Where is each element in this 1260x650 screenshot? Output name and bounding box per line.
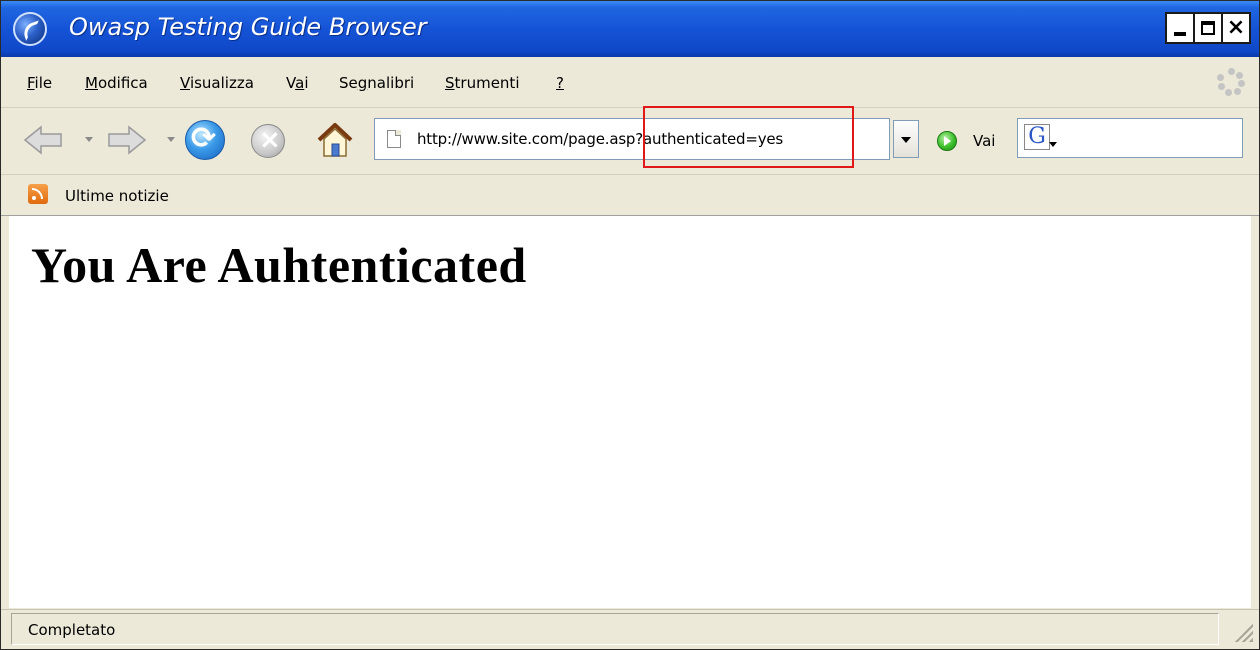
home-icon[interactable] [315, 120, 355, 160]
minimize-button[interactable] [1165, 12, 1195, 44]
reload-icon[interactable] [185, 120, 225, 160]
address-input[interactable]: http://www.site.com/page.asp?authenticat… [417, 130, 783, 148]
close-button[interactable]: × [1221, 12, 1251, 44]
bookmark-ultime-notizie[interactable]: Ultime notizie [65, 187, 169, 205]
browser-logo-icon[interactable] [13, 12, 47, 46]
bookmarks-toolbar: Ultime notizie [1, 175, 1259, 216]
status-panel: Completato [11, 613, 1219, 645]
close-icon: × [1226, 15, 1246, 40]
menu-modifica[interactable]: Modifica [85, 74, 148, 92]
go-button-label[interactable]: Vai [973, 132, 995, 150]
resize-grip-icon[interactable] [1233, 622, 1253, 642]
back-dropdown-icon[interactable] [85, 137, 93, 142]
page-heading: You Are Auhtenticated [31, 237, 527, 293]
menu-help[interactable]: ? [556, 74, 564, 92]
throbber-icon [1217, 68, 1245, 96]
search-box[interactable]: G [1017, 118, 1243, 158]
address-dropdown-button[interactable] [893, 120, 919, 158]
rss-icon[interactable] [28, 184, 48, 204]
menu-vai[interactable]: Vai [286, 74, 308, 92]
page-content: You Are Auhtenticated [9, 216, 1251, 608]
menu-file[interactable]: File [27, 74, 52, 92]
back-arrow-icon[interactable] [23, 125, 63, 155]
window-title: Owasp Testing Guide Browser [69, 13, 427, 41]
google-icon[interactable]: G [1024, 124, 1057, 150]
menu-strumenti[interactable]: Strumenti [445, 74, 519, 92]
status-text: Completato [28, 621, 116, 639]
stop-icon[interactable] [251, 124, 285, 158]
forward-dropdown-icon[interactable] [167, 137, 175, 142]
menu-segnalibri[interactable]: Segnalibri [339, 74, 414, 92]
go-icon[interactable] [937, 131, 957, 151]
address-bar[interactable]: http://www.site.com/page.asp?authenticat… [374, 118, 890, 160]
page-icon [387, 130, 401, 148]
forward-arrow-icon[interactable] [107, 125, 147, 155]
navigation-toolbar: http://www.site.com/page.asp?authenticat… [1, 108, 1259, 175]
status-bar: Completato [1, 609, 1259, 649]
menu-visualizza[interactable]: Visualizza [180, 74, 254, 92]
maximize-button[interactable] [1193, 12, 1223, 44]
minimize-icon [1174, 32, 1186, 36]
title-bar[interactable]: Owasp Testing Guide Browser × [1, 1, 1259, 57]
browser-window: Owasp Testing Guide Browser × File Modif… [0, 0, 1260, 650]
maximize-icon [1201, 21, 1215, 35]
menu-bar: File Modifica Visualizza Vai Segnalibri … [1, 57, 1259, 108]
